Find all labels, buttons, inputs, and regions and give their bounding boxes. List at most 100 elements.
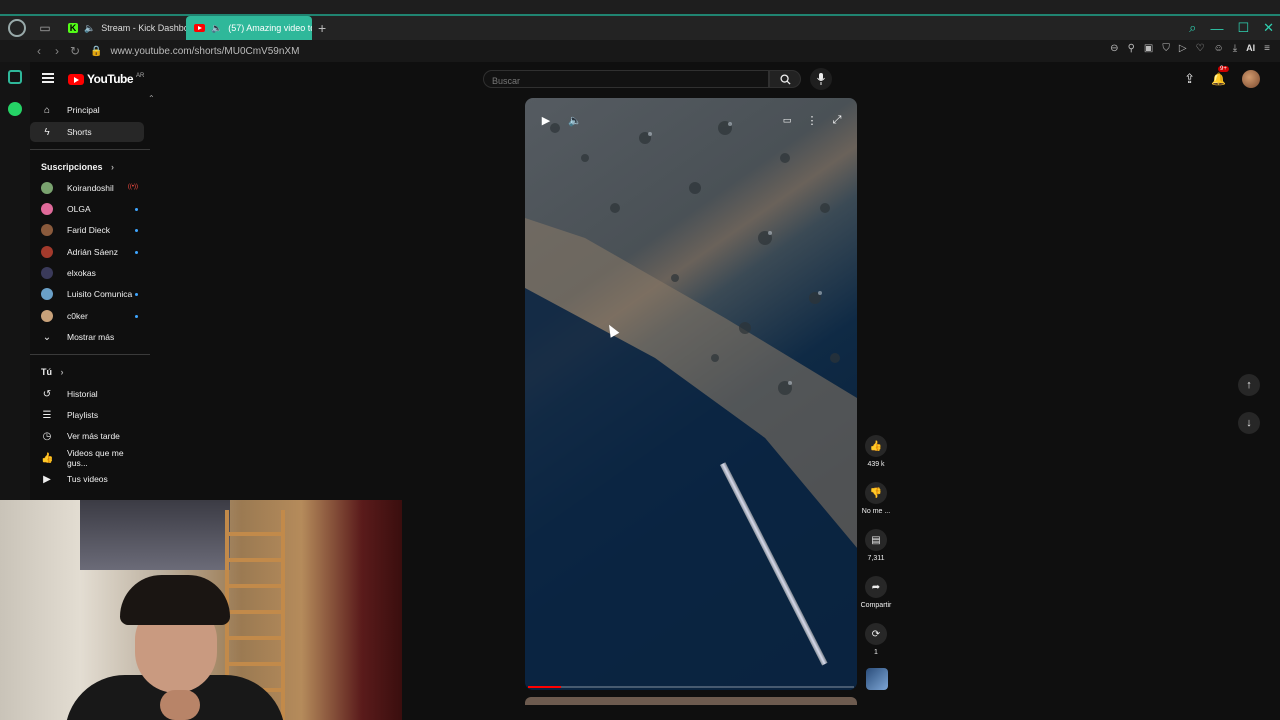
search-input[interactable] [492,73,768,89]
menu-icon[interactable]: ≡ [1264,43,1270,54]
you-heading[interactable]: Tú › [41,367,64,377]
you-heading-label: Tú [41,367,52,377]
volume-icon[interactable]: 🔈 [564,112,586,128]
dislike-button[interactable]: 👎 No me ... [860,482,892,515]
sidebar-item-history[interactable]: ↺ Historial [30,384,144,404]
channel-avatar [41,246,53,258]
sidebar-item-playlists[interactable]: ☰ Playlists [30,405,144,425]
account-avatar[interactable] [1242,70,1260,88]
play-button[interactable]: ▶ [535,112,557,128]
shield-icon[interactable]: ⛉ [1162,43,1170,54]
captions-icon[interactable]: ▭ [776,112,798,128]
sidebar-item-subscription[interactable]: Luisito Comunica [30,284,144,304]
share-button[interactable]: ➦ Compartir [860,576,892,609]
opera-logo-icon[interactable] [8,19,26,37]
extension-icon[interactable] [8,70,22,84]
tab-youtube[interactable]: 🔈 (57) Amazing video to [186,16,312,40]
sidebar-item-watch-later[interactable]: ◷ Ver más tarde [30,426,144,446]
tab-strip: ▭ K 🔈 Stream - Kick Dashboard 🔈 (57) Ama… [0,16,1280,40]
voice-search-button[interactable] [810,68,832,90]
whatsapp-icon[interactable] [8,102,22,116]
pin-icon[interactable]: ⚲ [1128,43,1135,54]
profile-icon[interactable]: ☺ [1214,43,1224,54]
search-icon [779,73,791,85]
zoom-icon[interactable]: ⊖ [1110,43,1118,54]
sidebar-item-subscription[interactable]: c0ker [30,306,144,326]
channel-avatar [41,182,53,194]
remix-button[interactable]: ⟳ 1 [860,623,892,656]
maximize-icon[interactable]: ☐ [1237,20,1249,36]
notifications-button[interactable]: 🔔 9+ [1211,66,1229,88]
channel-avatar [41,203,53,215]
sidebar-item-your-videos[interactable]: ▶ Tus videos [30,469,144,489]
sidebar-item-principal[interactable]: ⌂ Principal [30,100,144,120]
tab-island-icon[interactable]: ▭ [38,21,52,35]
forward-icon[interactable]: › [48,44,66,58]
speaker-icon[interactable]: 🔈 [211,23,222,34]
chevron-down-icon: ⌄ [42,331,52,343]
sidebar-item-liked-videos[interactable]: 👍 Videos que me gus... [30,448,144,468]
collapse-icon[interactable]: ⌃ [148,94,155,103]
close-icon[interactable]: ✕ [1263,20,1274,36]
channel-name: Koirandoshil [67,183,114,193]
remix-icon: ⟳ [865,623,887,645]
sidebar-item-subscription[interactable]: OLGA [30,199,144,219]
hamburger-menu-icon[interactable] [42,73,54,83]
minimize-icon[interactable]: — [1210,21,1223,36]
channel-avatar [41,310,53,322]
channel-name: c0ker [67,311,88,321]
divider [30,354,150,355]
sidebar-item-label: Tus videos [67,474,108,484]
like-button[interactable]: 👍 439 k [860,435,892,468]
back-icon[interactable]: ‹ [30,44,48,58]
webcam-hand [160,690,200,720]
dislike-label: No me ... [861,508,891,515]
heart-icon[interactable]: ♡ [1196,43,1205,54]
youtube-play-icon [68,73,84,85]
reload-icon[interactable]: ↻ [66,44,84,58]
browser-tabbar: ▭ K 🔈 Stream - Kick Dashboard 🔈 (57) Ama… [0,0,1280,40]
new-content-dot [135,229,138,232]
comments-button[interactable]: ▤ 7,311 [860,529,892,562]
url-field[interactable]: www.youtube.com/shorts/MU0CmV59nXM [110,46,299,57]
sidebar-item-subscription[interactable]: elxokas [30,263,144,283]
address-bar: ‹ › ↻ 🔒 www.youtube.com/shorts/MU0CmV59n… [0,40,1280,62]
share-icon: ➦ [865,576,887,598]
sound-thumbnail[interactable] [866,668,888,690]
more-options-icon[interactable]: ⋮ [801,112,823,128]
country-code: AR [136,72,145,79]
sidebar-item-subscription[interactable]: Koirandoshil ((•)) [30,178,144,198]
address-bar-actions: ⊖ ⚲ ▣ ⛉ ▷ ♡ ☺ ⤓ AI ≡ [1110,43,1270,54]
fullscreen-icon[interactable]: ⤢ [826,112,848,128]
sidebar-item-subscription[interactable]: Adrián Sáenz [30,242,144,262]
channel-avatar [41,288,53,300]
aria-ai-button[interactable]: AI [1246,43,1255,54]
streamer-webcam [0,500,402,720]
download-icon[interactable]: ⤓ [1233,43,1237,54]
subscriptions-heading-label: Suscripciones [41,162,103,172]
next-short-button[interactable]: ↓ [1238,412,1260,434]
upload-icon[interactable]: ⇪ [1184,71,1195,87]
youtube-logo[interactable]: YouTube AR [68,72,144,86]
lock-icon[interactable]: 🔒 [90,46,102,57]
shorts-video-player[interactable]: ▶ 🔈 ▭ ⋮ ⤢ [525,98,857,690]
video-progress-bar[interactable] [528,686,854,688]
tab-kick[interactable]: K 🔈 Stream - Kick Dashboard [60,16,186,40]
snapshot-icon[interactable]: ▣ [1144,43,1153,54]
sidebar-item-label: Playlists [67,410,99,420]
search-tabs-icon[interactable]: ⌕ [1189,20,1196,36]
logo-text: YouTube [87,72,134,86]
search-button[interactable] [769,70,801,88]
new-tab-icon[interactable]: + [318,20,326,36]
webcam-shelf [80,500,230,570]
subscriptions-heading[interactable]: Suscripciones › [41,162,114,172]
thumb-up-icon: 👍 [865,435,887,457]
previous-short-button[interactable]: ↑ [1238,374,1260,396]
microphone-icon [817,73,825,85]
sidebar-item-subscription[interactable]: Farid Dieck [30,220,144,240]
show-more-button[interactable]: ⌄ Mostrar más [30,327,144,347]
send-icon[interactable]: ▷ [1179,43,1187,54]
sidebar-item-shorts[interactable]: ϟ Shorts [30,122,144,142]
next-short-preview[interactable] [525,697,857,705]
speaker-icon[interactable]: 🔈 [84,23,95,34]
